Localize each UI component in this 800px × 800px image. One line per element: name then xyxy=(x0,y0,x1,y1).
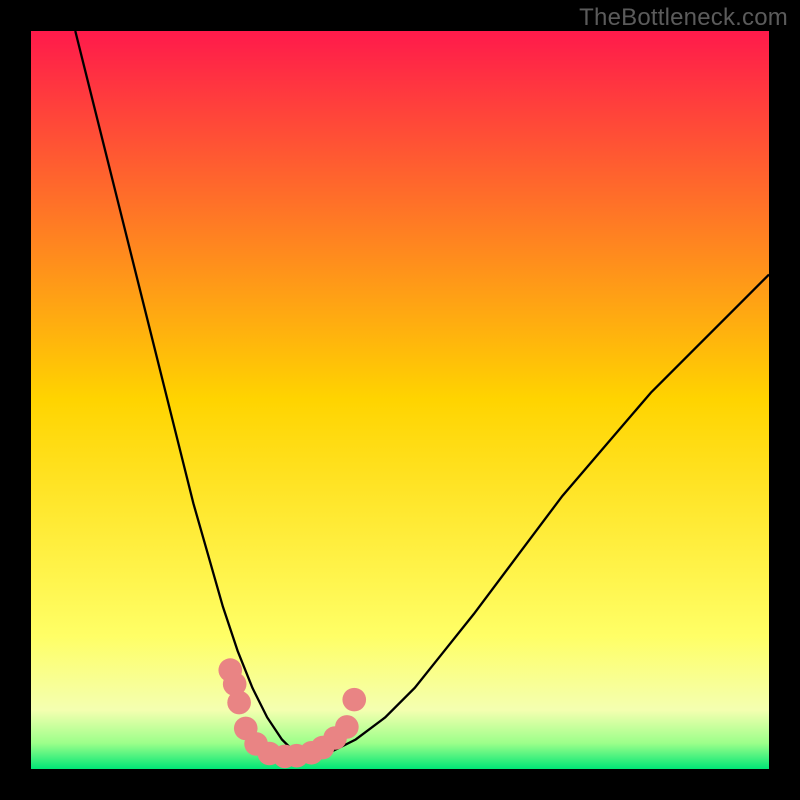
gradient-background xyxy=(31,31,769,769)
sample-marker xyxy=(335,715,359,739)
chart-frame: TheBottleneck.com xyxy=(0,0,800,800)
watermark-text: TheBottleneck.com xyxy=(579,4,788,32)
bottleneck-chart xyxy=(31,31,769,769)
sample-marker xyxy=(227,691,251,715)
sample-marker xyxy=(342,688,366,712)
